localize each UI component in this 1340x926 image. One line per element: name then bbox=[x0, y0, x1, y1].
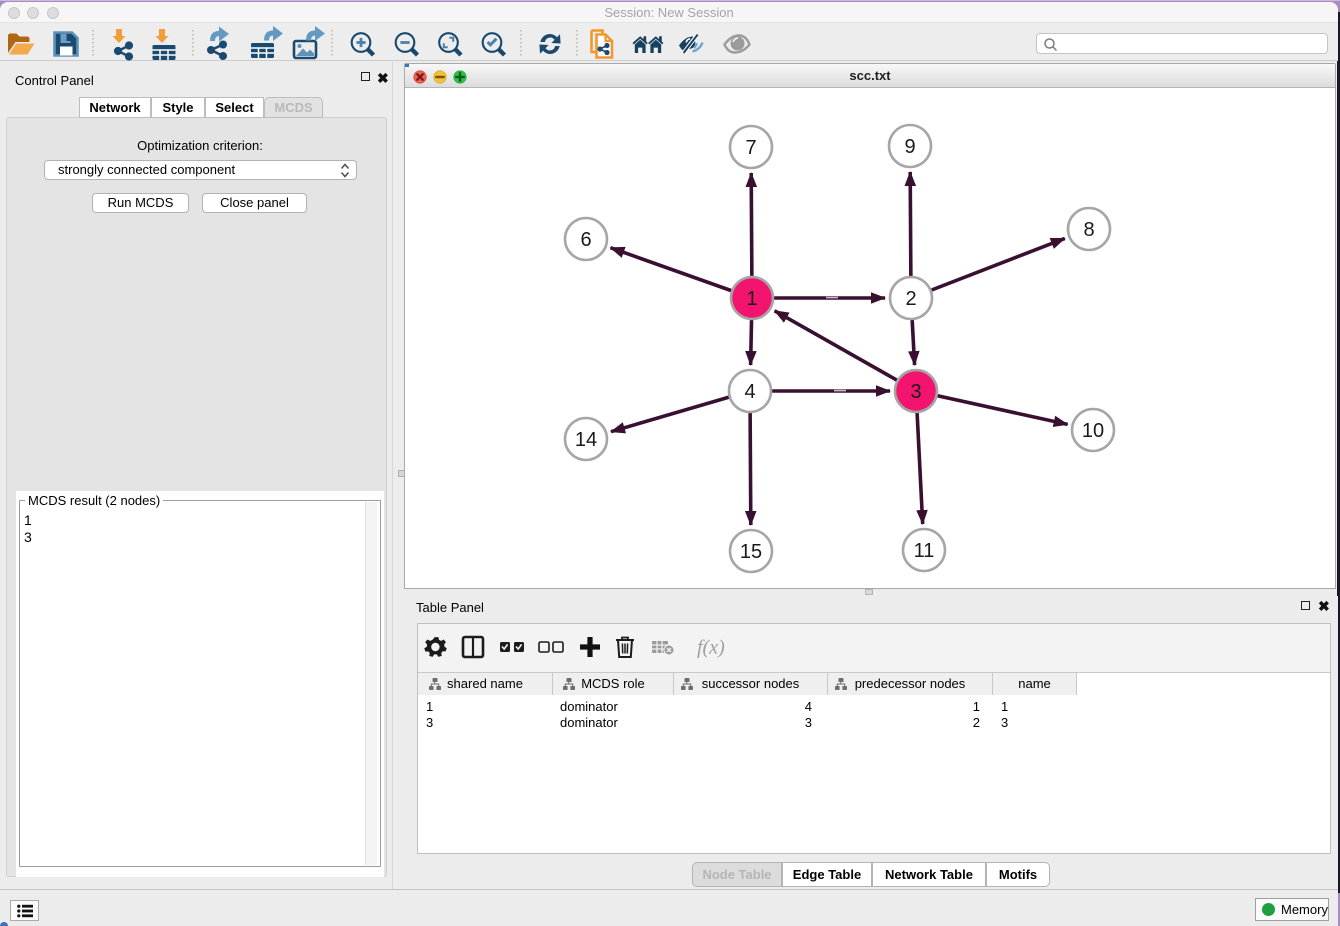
svg-text:4: 4 bbox=[744, 381, 755, 403]
svg-text:6: 6 bbox=[580, 229, 591, 251]
svg-text:15: 15 bbox=[740, 541, 762, 563]
svg-text:14: 14 bbox=[575, 429, 597, 451]
svg-text:1: 1 bbox=[746, 288, 757, 310]
svg-text:8: 8 bbox=[1083, 219, 1094, 241]
svg-text:2: 2 bbox=[905, 288, 916, 310]
svg-text:7: 7 bbox=[745, 137, 756, 159]
svg-text:9: 9 bbox=[904, 136, 915, 158]
svg-text:f(x): f(x) bbox=[697, 637, 725, 659]
svg-text:11: 11 bbox=[914, 540, 935, 562]
svg-text:10: 10 bbox=[1082, 420, 1104, 442]
svg-text:3: 3 bbox=[910, 381, 921, 403]
